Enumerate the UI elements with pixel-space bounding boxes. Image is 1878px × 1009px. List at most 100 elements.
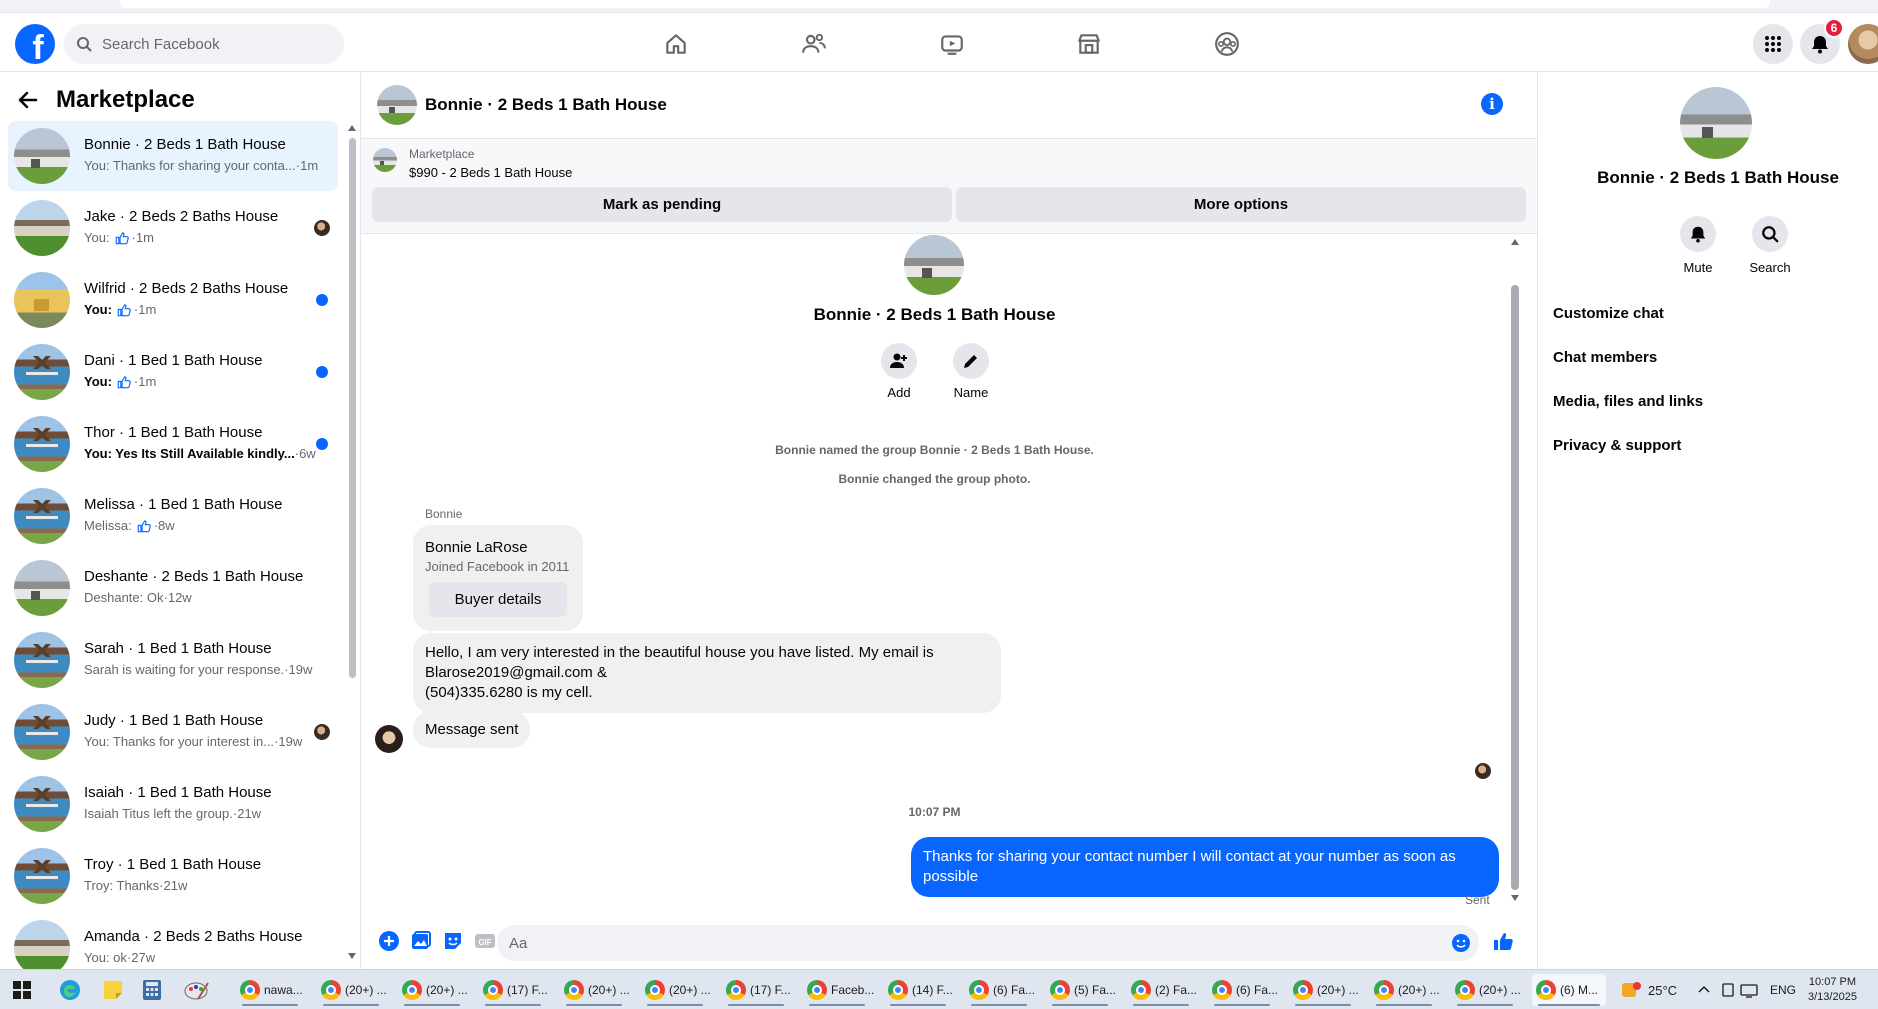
window-title: (6) Fa...: [993, 983, 1036, 997]
taskbar-browser-window[interactable]: (17) F...: [722, 974, 791, 1006]
scroll-up-arrow[interactable]: [1511, 239, 1519, 245]
scroll-down-arrow[interactable]: [1511, 895, 1519, 901]
watch-icon[interactable]: [936, 28, 968, 60]
conversation-item[interactable]: Dani · 1 Bed 1 Bath House You: · 1m: [8, 337, 338, 407]
window-title: nawa...: [264, 983, 303, 997]
search-in-chat-action[interactable]: Search: [1740, 216, 1800, 275]
sticky-notes-app[interactable]: [102, 974, 124, 1006]
conversation-item[interactable]: Troy · 1 Bed 1 Bath House Troy: Thanks · …: [8, 841, 338, 911]
taskbar-browser-window[interactable]: (20+) ...: [1451, 974, 1521, 1006]
window-title: (20+) ...: [1398, 983, 1440, 997]
conversation-scrollbar[interactable]: [1508, 235, 1522, 905]
scroll-up-arrow[interactable]: [348, 125, 356, 131]
language-indicator[interactable]: ENG: [1770, 974, 1796, 1006]
taskbar-browser-window[interactable]: Faceb...: [803, 974, 874, 1006]
taskbar-browser-window[interactable]: (6) M...: [1532, 974, 1606, 1006]
profile-avatar[interactable]: [1848, 24, 1878, 64]
taskbar-browser-window[interactable]: (20+) ...: [560, 974, 630, 1006]
photo-icon[interactable]: [409, 929, 433, 953]
media-files-links-section[interactable]: Media, files and links: [1543, 381, 1878, 421]
conversation-item[interactable]: Bonnie · 2 Beds 1 Bath House You: Thanks …: [8, 121, 338, 191]
plus-icon[interactable]: [377, 929, 401, 953]
groups-icon[interactable]: [1211, 28, 1243, 60]
weather-widget[interactable]: 25°C: [1620, 974, 1677, 1006]
conversation-item[interactable]: Wilfrid · 2 Beds 2 Baths House You: · 1m: [8, 265, 338, 335]
section-label: Chat members: [1553, 348, 1658, 366]
conversation-item[interactable]: Melissa · 1 Bed 1 Bath House Melissa: · 8…: [8, 481, 338, 551]
conversation-item[interactable]: Sarah · 1 Bed 1 Bath House Sarah is waiti…: [8, 625, 338, 695]
name-group-action[interactable]: Name: [941, 343, 1001, 400]
taskbar-browser-window[interactable]: (20+) ...: [1289, 974, 1359, 1006]
chrome-icon: [321, 980, 341, 1000]
conversation-name: Melissa · 1 Bed 1 Bath House: [84, 496, 283, 513]
back-arrow-icon[interactable]: [18, 90, 38, 110]
search-facebook-input[interactable]: Search Facebook: [64, 24, 344, 64]
conversation-item[interactable]: Jake · 2 Beds 2 Baths House You: · 1m: [8, 193, 338, 263]
conversation-time: 6w: [299, 446, 316, 461]
incoming-message[interactable]: Hello, I am very interested in the beaut…: [413, 633, 1001, 713]
add-member-action[interactable]: Add: [869, 343, 929, 400]
show-hidden-icons[interactable]: [1698, 974, 1710, 1006]
taskbar-browser-window[interactable]: (20+) ...: [1370, 974, 1440, 1006]
taskbar-browser-window[interactable]: (17) F...: [479, 974, 548, 1006]
conversation-item[interactable]: Deshante · 2 Beds 1 Bath House Deshante: …: [8, 553, 338, 623]
system-tray-icons[interactable]: [1720, 974, 1758, 1006]
taskbar-browser-window[interactable]: nawa...: [236, 974, 304, 1006]
home-icon[interactable]: [660, 28, 692, 60]
chat-header: Bonnie · 2 Beds 1 Bath House i: [361, 73, 1537, 139]
group-avatar[interactable]: [904, 235, 964, 295]
taskbar-browser-window[interactable]: (14) F...: [884, 974, 953, 1006]
info-icon[interactable]: i: [1481, 93, 1503, 115]
details-avatar[interactable]: [1680, 87, 1752, 159]
taskbar-browser-window[interactable]: (20+) ...: [317, 974, 387, 1006]
chat-title[interactable]: Bonnie · 2 Beds 1 Bath House: [425, 95, 667, 115]
taskbar-browser-window[interactable]: (20+) ...: [398, 974, 468, 1006]
message-line: (504)335.6280 is my cell.: [425, 684, 593, 701]
like-icon[interactable]: [1491, 929, 1515, 953]
chat-members-section[interactable]: Chat members: [1543, 337, 1878, 377]
taskbar-browser-window[interactable]: (20+) ...: [641, 974, 711, 1006]
like-icon: [115, 231, 129, 244]
sticker-icon[interactable]: [441, 929, 465, 953]
more-options-button[interactable]: More options: [956, 187, 1526, 222]
listing-price[interactable]: $990 - 2 Beds 1 Bath House: [409, 165, 572, 180]
mute-action[interactable]: Mute: [1668, 216, 1728, 275]
incoming-message[interactable]: Message sent: [413, 711, 531, 748]
menu-grid-button[interactable]: [1753, 24, 1793, 64]
taskbar-browser-window[interactable]: (6) Fa...: [1208, 974, 1278, 1006]
clock[interactable]: 10:07 PM 3/13/2025: [1808, 974, 1857, 1006]
scrollbar-thumb[interactable]: [1511, 285, 1519, 890]
buyer-details-button[interactable]: Buyer details: [429, 582, 567, 617]
taskbar-browser-window[interactable]: (2) Fa...: [1127, 974, 1197, 1006]
paint-app[interactable]: [184, 974, 210, 1006]
facebook-logo[interactable]: f: [15, 24, 55, 67]
conversation-item[interactable]: Amanda · 2 Beds 2 Baths House You: ok · 2…: [8, 913, 338, 969]
mark-as-pending-button[interactable]: Mark as pending: [372, 187, 952, 222]
chrome-icon: [1374, 980, 1394, 1000]
sidebar-scrollbar[interactable]: [347, 123, 357, 963]
chat-avatar[interactable]: [377, 85, 417, 125]
marketplace-icon[interactable]: [1073, 28, 1105, 60]
emoji-icon[interactable]: [1449, 931, 1473, 955]
conversation-item[interactable]: Judy · 1 Bed 1 Bath House You: Thanks for…: [8, 697, 338, 767]
conversation-item[interactable]: Thor · 1 Bed 1 Bath House You: Yes Its St…: [8, 409, 338, 479]
calculator-app[interactable]: [142, 974, 162, 1006]
edge-app[interactable]: [58, 974, 82, 1006]
taskbar-browser-window[interactable]: (5) Fa...: [1046, 974, 1116, 1006]
customize-chat-section[interactable]: Customize chat: [1543, 293, 1878, 333]
sender-avatar[interactable]: [375, 725, 403, 753]
outgoing-message[interactable]: Thanks for sharing your contact number I…: [911, 837, 1499, 897]
conversation-preview: Troy: Thanks · 21w: [84, 878, 187, 893]
start-button[interactable]: [12, 974, 32, 1006]
listing-thumbnail[interactable]: [373, 148, 397, 172]
scrollbar-thumb[interactable]: [349, 138, 356, 678]
conversation-name: Bonnie · 2 Beds 1 Bath House: [84, 136, 286, 153]
message-input[interactable]: [497, 925, 1479, 961]
chrome-icon: [888, 980, 908, 1000]
scroll-down-arrow[interactable]: [348, 953, 356, 959]
conversation-item[interactable]: Isaiah · 1 Bed 1 Bath House Isaiah Titus …: [8, 769, 338, 839]
privacy-support-section[interactable]: Privacy & support: [1543, 425, 1878, 465]
gif-icon[interactable]: GIF: [473, 929, 497, 953]
taskbar-browser-window[interactable]: (6) Fa...: [965, 974, 1036, 1006]
friends-icon[interactable]: [798, 28, 830, 60]
